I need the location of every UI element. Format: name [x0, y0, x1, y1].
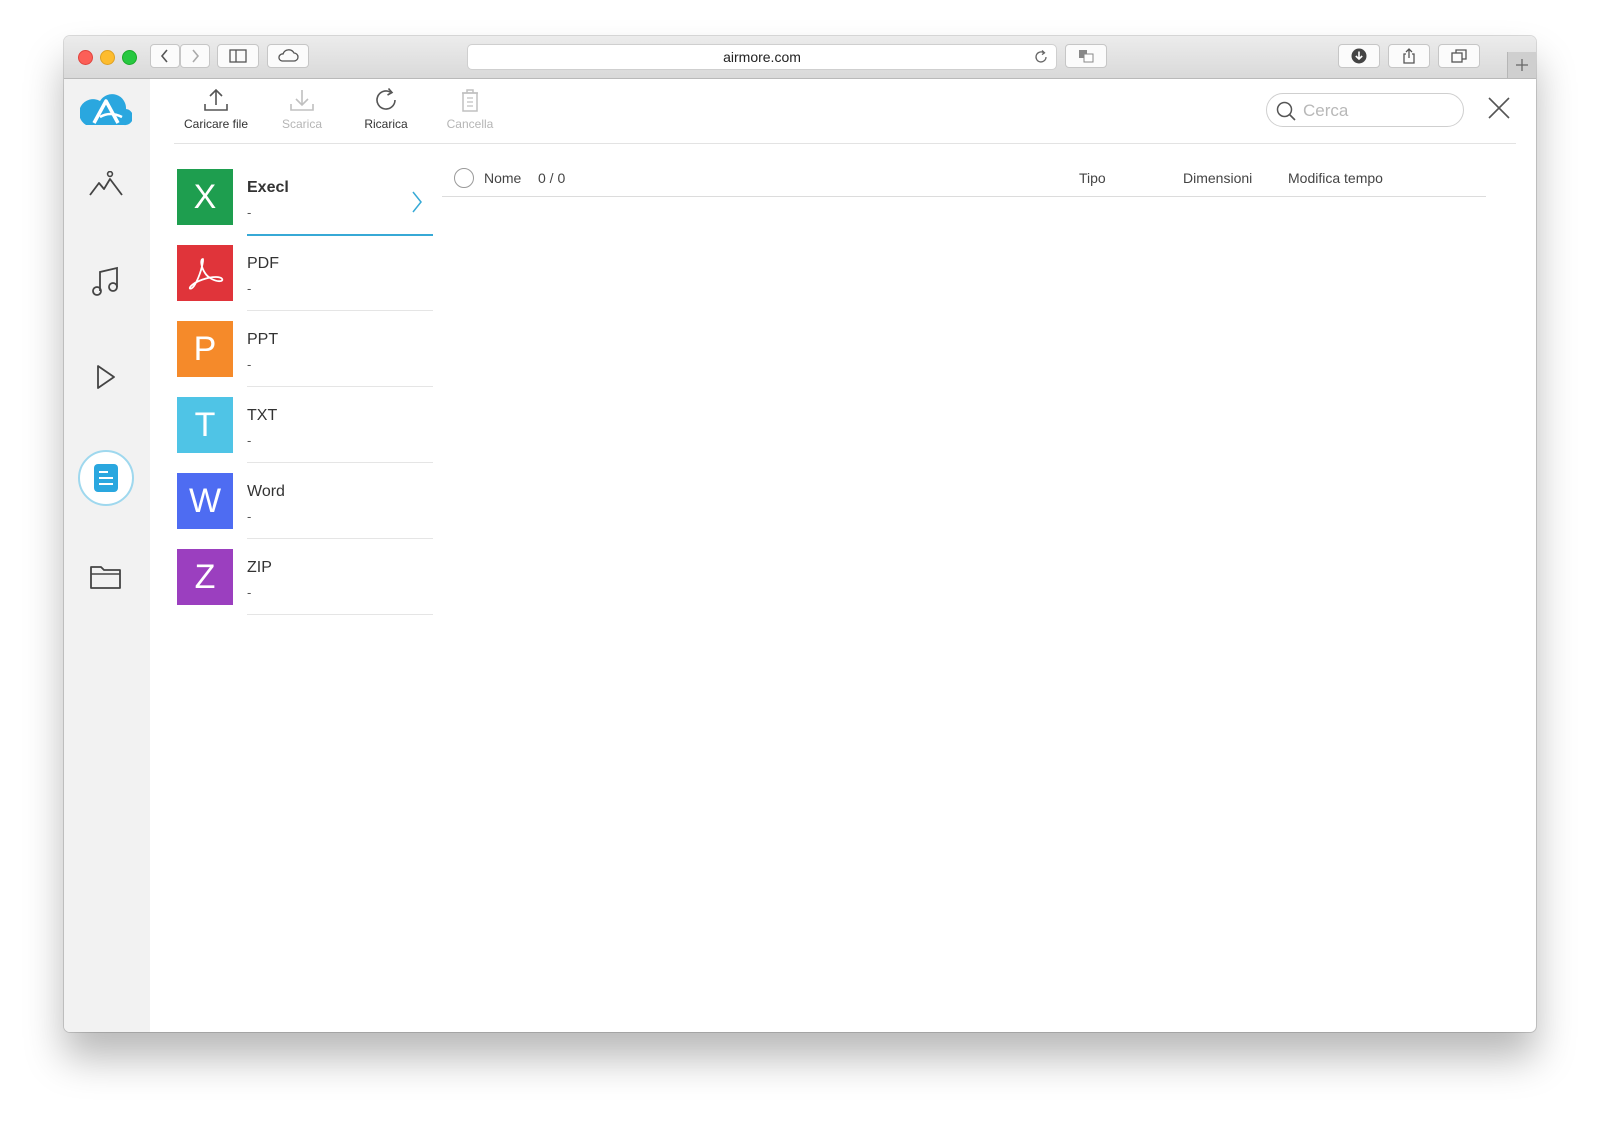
- file-type-txt[interactable]: T TXT -: [177, 397, 433, 473]
- airmore-logo[interactable]: [79, 91, 134, 132]
- zip-badge-icon: Z: [177, 549, 233, 605]
- file-type-count: -: [247, 205, 252, 220]
- divider: [247, 614, 433, 615]
- search-box[interactable]: [1266, 93, 1464, 128]
- download-circle-icon: [1351, 48, 1367, 64]
- file-type-count: -: [247, 585, 252, 600]
- file-type-excel[interactable]: X Execl -: [177, 169, 433, 245]
- chevron-right-icon: [192, 49, 200, 63]
- divider: [247, 310, 433, 311]
- download-icon: [290, 90, 314, 111]
- tabs-icon: [1451, 49, 1467, 63]
- browser-titlebar: airmore.com: [64, 36, 1536, 79]
- delete-button[interactable]: Cancella: [428, 87, 512, 131]
- word-badge-icon: W: [177, 473, 233, 529]
- cloud-icon: [278, 49, 299, 62]
- file-type-zip[interactable]: Z ZIP -: [177, 549, 433, 625]
- file-type-name: ZIP: [247, 559, 272, 576]
- close-icon[interactable]: [1488, 97, 1510, 119]
- size-column-header[interactable]: Dimensioni: [1183, 170, 1252, 186]
- translate-icon: [1079, 50, 1094, 63]
- trash-icon: [462, 89, 478, 112]
- nav-files[interactable]: [78, 549, 134, 605]
- file-type-pdf[interactable]: PDF -: [177, 245, 433, 321]
- file-table-header: Nome 0 / 0 Tipo Dimensioni Modifica temp…: [442, 166, 1486, 197]
- modified-column-header[interactable]: Modifica tempo: [1288, 170, 1383, 186]
- upload-file-button[interactable]: Caricare file: [174, 87, 258, 131]
- nav-documents[interactable]: [78, 450, 134, 506]
- txt-badge-icon: T: [177, 397, 233, 453]
- file-type-name: PPT: [247, 331, 279, 348]
- browser-window: airmore.com Caricare file Scarica Ricari…: [64, 36, 1536, 1032]
- reload-button[interactable]: Ricarica: [344, 87, 428, 131]
- reload-label: Ricarica: [364, 117, 408, 131]
- file-type-name: Execl: [247, 179, 289, 196]
- search-icon: [1276, 101, 1296, 121]
- divider: [247, 538, 433, 539]
- delete-label: Cancella: [446, 117, 494, 131]
- select-all-checkbox[interactable]: [454, 168, 474, 188]
- pictures-icon: [89, 171, 123, 196]
- file-type-count: -: [247, 281, 252, 296]
- search-input[interactable]: [1301, 94, 1455, 128]
- document-toolbar: Caricare file Scarica Ricarica Cancella: [174, 79, 1516, 144]
- file-type-ppt[interactable]: P PPT -: [177, 321, 433, 397]
- window-minimize-button[interactable]: [100, 50, 115, 65]
- file-type-count: -: [247, 357, 252, 372]
- pdf-badge-icon: [177, 245, 233, 301]
- file-type-name: TXT: [247, 407, 278, 424]
- download-button[interactable]: Scarica: [260, 87, 344, 131]
- translate-button[interactable]: [1065, 44, 1107, 68]
- nav-videos[interactable]: [78, 349, 134, 405]
- divider: [247, 462, 433, 463]
- file-type-name: Word: [247, 483, 285, 500]
- downloads-button[interactable]: [1338, 44, 1380, 68]
- acrobat-icon: [188, 258, 224, 290]
- sidebar-toggle-button[interactable]: [217, 44, 259, 68]
- app-sidebar: [64, 79, 150, 1032]
- excel-badge-icon: X: [177, 169, 233, 225]
- file-type-count: -: [247, 433, 252, 448]
- ppt-badge-icon: P: [177, 321, 233, 377]
- refresh-icon: [376, 87, 396, 110]
- music-note-icon: [92, 266, 118, 296]
- address-bar[interactable]: airmore.com: [467, 44, 1057, 70]
- nav-photos[interactable]: [78, 156, 134, 212]
- forward-button[interactable]: [180, 44, 210, 68]
- upload-file-label: Caricare file: [183, 117, 249, 131]
- airmore-logo-icon: [79, 94, 134, 126]
- name-column-header[interactable]: Nome: [484, 170, 521, 186]
- upload-icon: [204, 88, 228, 111]
- chevron-right-icon: [412, 191, 422, 213]
- share-button[interactable]: [1388, 44, 1430, 68]
- chevron-left-icon: [160, 49, 168, 63]
- folder-icon: [90, 566, 121, 589]
- window-close-button[interactable]: [78, 50, 93, 65]
- share-icon: [1403, 48, 1415, 64]
- type-column-header[interactable]: Tipo: [1079, 170, 1106, 186]
- file-type-list: X Execl - PDF - P PPT - T TXT - W Word -…: [177, 169, 433, 625]
- plus-icon: [1516, 59, 1528, 71]
- file-type-name: PDF: [247, 255, 279, 272]
- reload-page-icon[interactable]: [1034, 50, 1048, 64]
- document-icon: [94, 464, 118, 492]
- file-type-count: -: [247, 509, 252, 524]
- url-text: airmore.com: [723, 49, 801, 65]
- divider: [247, 234, 433, 236]
- download-label: Scarica: [281, 117, 322, 131]
- selection-count: 0 / 0: [538, 170, 566, 186]
- nav-music[interactable]: [78, 253, 134, 309]
- tab-overview-button[interactable]: [1438, 44, 1480, 68]
- back-button[interactable]: [150, 44, 180, 68]
- icloud-tabs-button[interactable]: [267, 44, 309, 68]
- window-maximize-button[interactable]: [122, 50, 137, 65]
- new-tab-button[interactable]: [1507, 52, 1536, 78]
- divider: [247, 386, 433, 387]
- file-type-word[interactable]: W Word -: [177, 473, 433, 549]
- sidebar-icon: [229, 49, 247, 63]
- play-icon: [97, 365, 115, 389]
